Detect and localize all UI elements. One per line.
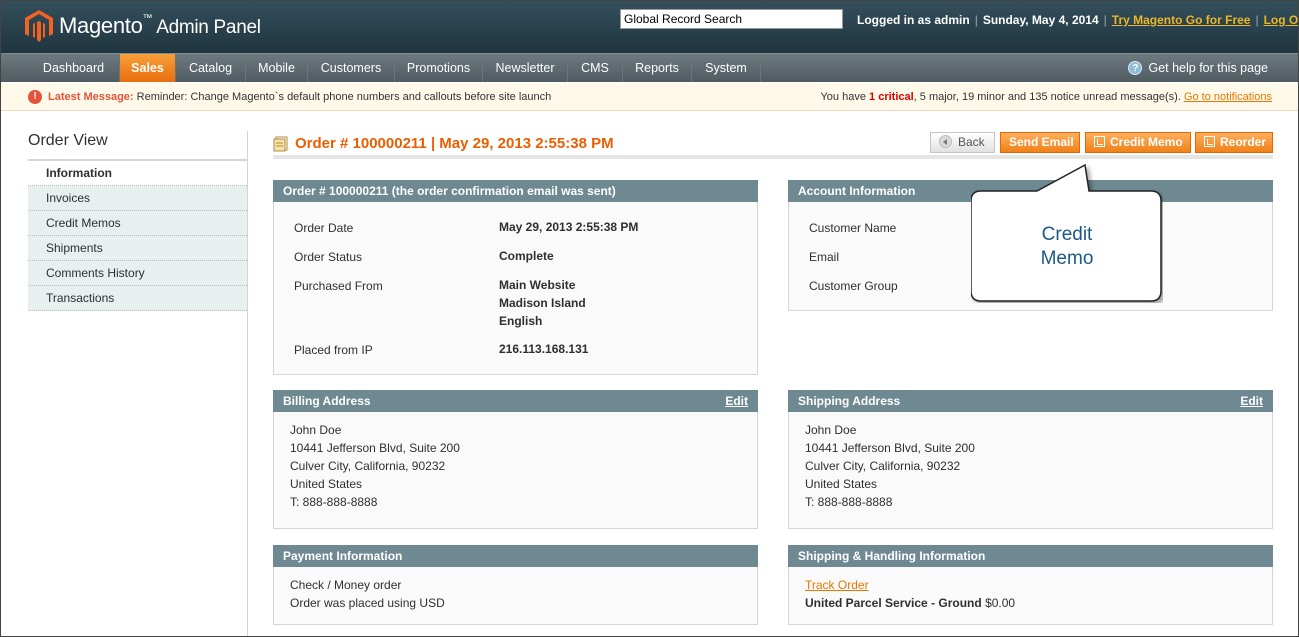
magento-logo-icon (25, 10, 53, 42)
placed-from-ip-value: 216.113.168.131 (499, 342, 589, 356)
nav-promotions[interactable]: Promotions (395, 54, 483, 82)
sidebar-item-credit-memos[interactable]: Credit Memos (28, 211, 247, 236)
shipping-handling-box: Shipping & Handling Information Track Or… (788, 545, 1273, 625)
send-email-button[interactable]: Send Email (1000, 132, 1080, 153)
credit-memo-icon (1094, 136, 1105, 147)
shipping-country: United States (805, 477, 878, 491)
email-label: Email (809, 250, 840, 264)
back-arrow-icon (939, 135, 952, 148)
order-info-title: Order # 100000211 (the order confirmatio… (273, 180, 758, 202)
global-search-input[interactable] (620, 9, 843, 29)
nav-cms[interactable]: CMS (568, 54, 623, 82)
go-to-notifications-link[interactable]: Go to notifications (1184, 91, 1272, 103)
shipping-handling-title: Shipping & Handling Information (788, 545, 1273, 567)
logout-link[interactable]: Log Out (1264, 13, 1298, 27)
nav-dashboard[interactable]: Dashboard (28, 54, 120, 82)
sidebar-title: Order View (28, 131, 247, 161)
shipping-handling-lines: Track Order United Parcel Service - Grou… (805, 576, 1015, 612)
user-info: Logged in as admin | Sunday, May 4, 2014 | T… (857, 13, 1298, 27)
sidebar-item-invoices[interactable]: Invoices (28, 186, 247, 211)
billing-city: Culver City, California, 90232 (290, 459, 446, 473)
current-date: Sunday, May 4, 2014 (982, 13, 1099, 27)
order-icon (273, 136, 288, 152)
nav-sales[interactable]: Sales (120, 54, 176, 82)
payment-info-title: Payment Information (273, 545, 758, 567)
shipping-address-box: Shipping Address Edit John Doe 10441 Jeff… (788, 390, 1273, 529)
billing-address-header: Billing Address Edit (273, 390, 758, 412)
nav-catalog[interactable]: Catalog (176, 54, 246, 82)
shipping-street: 10441 Jefferson Blvd, Suite 200 (805, 441, 975, 455)
shipping-phone: T: 888-888-8888 (805, 495, 893, 509)
placed-from-ip-label: Placed from IP (294, 343, 373, 357)
sidebar-item-comments-history[interactable]: Comments History (28, 261, 247, 286)
reorder-button[interactable]: Reorder (1195, 132, 1273, 153)
latest-message-text: Reminder: Change Magento`s default phone… (136, 91, 552, 103)
admin-window: Magento™Admin Panel Logged in as admin|S… (0, 0, 1299, 637)
payment-info-box: Payment Information Check / Money order … (273, 545, 758, 625)
sidebar-item-shipments[interactable]: Shipments (28, 236, 247, 261)
page-head: Order # 100000211 | May 29, 2013 2:55:38… (273, 131, 1273, 159)
try-magento-go-link[interactable]: Try Magento Go for Free (1112, 13, 1251, 27)
logged-in-label: Logged in as admin (857, 13, 970, 27)
track-order-link[interactable]: Track Order (805, 578, 869, 592)
help-link[interactable]: ? Get help for this page (1128, 54, 1268, 82)
help-icon: ? (1128, 61, 1143, 75)
shipping-address-lines: John Doe 10441 Jefferson Blvd, Suite 200… (805, 421, 975, 511)
nav-mobile[interactable]: Mobile (246, 54, 308, 82)
nav-reports[interactable]: Reports (623, 54, 692, 82)
callout-text: Credit Memo (1040, 224, 1094, 269)
message-bar: ! Latest Message: Reminder: Change Magen… (1, 83, 1298, 111)
shipping-carrier: United Parcel Service - Ground (805, 596, 982, 610)
notification-summary: You have 1 critical, 5 major, 19 minor a… (820, 91, 1272, 103)
order-date-label: Order Date (294, 221, 354, 235)
purchased-from-store: Madison Island (499, 296, 586, 310)
payment-lines: Check / Money order Order was placed usi… (290, 576, 445, 612)
sidebar: Order View Information Invoices Credit M… (28, 131, 248, 636)
order-date-value: May 29, 2013 2:55:38 PM (499, 220, 639, 234)
billing-address-box: Billing Address Edit John Doe 10441 Jeffe… (273, 390, 758, 529)
nav-system[interactable]: System (692, 54, 761, 82)
page-title: Order # 100000211 | May 29, 2013 2:55:38… (295, 135, 614, 152)
reorder-icon (1204, 136, 1215, 147)
shipping-edit-link[interactable]: Edit (1240, 390, 1263, 412)
nav-newsletter[interactable]: Newsletter (483, 54, 568, 82)
sidebar-item-transactions[interactable]: Transactions (28, 286, 247, 311)
nav-customers[interactable]: Customers (308, 54, 395, 82)
billing-country: United States (290, 477, 363, 491)
order-status-label: Order Status (294, 250, 363, 264)
shipping-name: John Doe (805, 423, 857, 437)
payment-currency: Order was placed using USD (290, 596, 445, 610)
alert-icon: ! (28, 90, 42, 104)
logo[interactable]: Magento™ Admin Panel (25, 10, 261, 42)
critical-count: 1 critical (869, 91, 914, 103)
purchased-from-website: Main Website (499, 278, 576, 292)
billing-phone: T: 888-888-8888 (290, 495, 378, 509)
credit-memo-button[interactable]: Credit Memo (1085, 132, 1191, 153)
order-status-value: Complete (499, 249, 554, 263)
order-info-box: Order # 100000211 (the order confirmatio… (273, 180, 758, 375)
shipping-address-header: Shipping Address Edit (788, 390, 1273, 412)
sidebar-item-information[interactable]: Information (28, 161, 247, 186)
payment-method: Check / Money order (290, 578, 402, 592)
help-label: Get help for this page (1148, 61, 1268, 75)
shipping-city: Culver City, California, 90232 (805, 459, 961, 473)
billing-street: 10441 Jefferson Blvd, Suite 200 (290, 441, 460, 455)
billing-edit-link[interactable]: Edit (725, 390, 748, 412)
shipping-address-title: Shipping Address (798, 394, 901, 408)
billing-address-lines: John Doe 10441 Jefferson Blvd, Suite 200… (290, 421, 460, 511)
credit-memo-callout: Credit Memo (971, 163, 1163, 303)
logo-text: Magento™ Admin Panel (59, 13, 261, 38)
main-nav: Dashboard Sales Catalog Mobile Customers… (1, 53, 1298, 82)
latest-message-label: Latest Message: (48, 91, 134, 103)
customer-name-label: Customer Name (809, 221, 897, 235)
billing-name: John Doe (290, 423, 342, 437)
purchased-from-label: Purchased From (294, 279, 383, 293)
back-button[interactable]: Back (930, 132, 995, 153)
latest-message: Latest Message: Reminder: Change Magento… (48, 83, 551, 111)
billing-address-title: Billing Address (283, 394, 371, 408)
header: Magento™Admin Panel Logged in as admin|S… (1, 1, 1298, 53)
shipping-price: $0.00 (985, 596, 1016, 610)
purchased-from-view: English (499, 314, 543, 328)
customer-group-label: Customer Group (809, 279, 898, 293)
